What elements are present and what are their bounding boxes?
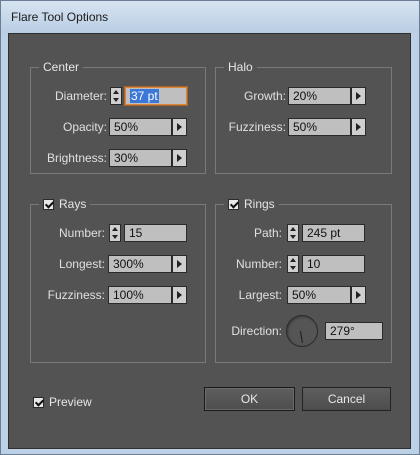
triangle-right-icon [177,154,182,162]
largest-label: Largest: [238,288,282,302]
rings-legend-label: Rings [244,197,275,211]
rays-number-value: 15 [129,226,143,240]
title-bar[interactable]: Flare Tool Options [1,1,419,33]
opacity-input[interactable]: 50% [109,118,172,136]
longest-label: Longest: [58,257,105,271]
brightness-label: Brightness: [46,151,107,165]
diameter-value: 37 pt [130,89,159,103]
path-label: Path: [253,226,282,240]
halo-group: Halo Growth: 20% Fuzziness: 50% [215,59,392,174]
brightness-input[interactable]: 30% [109,149,172,167]
longest-input[interactable]: 300% [108,255,172,273]
center-group: Center Diameter: 37 pt Opacity: 50% Brig… [30,59,206,174]
rings-number-spinner[interactable] [287,255,299,273]
rays-checkbox[interactable] [43,198,54,210]
largest-input[interactable]: 50% [287,286,351,304]
rays-fuzziness-popup-button[interactable] [172,286,187,304]
triangle-right-icon [356,291,361,299]
spin-up-icon[interactable] [112,227,118,231]
rays-legend-label: Rays [59,197,87,211]
growth-value: 20% [293,89,318,103]
triangle-right-icon [177,260,182,268]
cancel-button-label: Cancel [327,392,366,406]
growth-popup-button[interactable] [351,87,366,105]
window-title: Flare Tool Options [11,10,109,24]
dialog-body: Center Diameter: 37 pt Opacity: 50% Brig… [8,33,411,449]
rays-legend[interactable]: Rays [39,196,91,212]
halo-fuzziness-label: Fuzziness: [228,120,286,134]
spin-up-icon[interactable] [113,90,119,94]
rays-number-spinner[interactable] [109,224,121,242]
brightness-popup-button[interactable] [172,149,187,167]
triangle-right-icon [177,291,182,299]
center-legend: Center [39,59,84,75]
rays-number-input[interactable]: 15 [124,224,187,242]
preview-checkbox[interactable] [33,396,44,408]
dial-indicator [300,331,303,344]
preview-toggle[interactable]: Preview [33,395,92,409]
opacity-value: 50% [114,120,139,134]
dialog-window: Flare Tool Options Center Diameter: 37 p… [0,0,420,455]
direction-value: 279° [330,324,355,338]
halo-legend: Halo [224,59,257,75]
preview-label: Preview [49,395,92,409]
path-input[interactable]: 245 pt [302,224,365,242]
rings-number-label: Number: [235,257,282,271]
direction-label: Direction: [231,324,282,338]
rings-number-value: 10 [307,257,321,271]
rays-group: Rays Number: 15 Longest: 300% Fuzziness:… [30,196,206,363]
rays-fuzziness-value: 100% [113,288,144,302]
spin-down-icon[interactable] [290,235,296,239]
largest-value: 50% [292,288,317,302]
rays-number-label: Number: [58,226,105,240]
cancel-button[interactable]: Cancel [302,387,391,411]
largest-popup-button[interactable] [351,286,366,304]
opacity-popup-button[interactable] [172,118,187,136]
diameter-label: Diameter: [54,89,107,103]
path-value: 245 pt [307,226,341,240]
brightness-value: 30% [114,151,139,165]
angle-dial-icon[interactable] [286,315,318,347]
ok-button[interactable]: OK [204,387,295,411]
rings-legend[interactable]: Rings [224,196,279,212]
ok-button-label: OK [240,392,259,406]
spin-down-icon[interactable] [290,266,296,270]
triangle-right-icon [356,123,361,131]
rings-number-input[interactable]: 10 [302,255,365,273]
growth-input[interactable]: 20% [288,87,351,105]
opacity-label: Opacity: [62,120,107,134]
diameter-input[interactable]: 37 pt [125,87,187,105]
spin-down-icon[interactable] [112,235,118,239]
path-spinner[interactable] [287,224,299,242]
rays-fuzziness-input[interactable]: 100% [108,286,172,304]
triangle-right-icon [177,123,182,131]
rings-group: Rings Path: 245 pt Number: 10 Largest: 5… [215,196,392,363]
diameter-spinner[interactable] [110,87,122,105]
longest-popup-button[interactable] [172,255,187,273]
spin-up-icon[interactable] [290,258,296,262]
halo-fuzziness-input[interactable]: 50% [288,118,351,136]
triangle-right-icon [356,92,361,100]
halo-fuzziness-popup-button[interactable] [351,118,366,136]
longest-value: 300% [113,257,144,271]
rings-checkbox[interactable] [228,198,239,210]
direction-input[interactable]: 279° [325,322,383,340]
rays-fuzziness-label: Fuzziness: [47,288,105,302]
growth-label: Growth: [243,89,286,103]
spin-down-icon[interactable] [113,98,119,102]
halo-fuzziness-value: 50% [293,120,318,134]
spin-up-icon[interactable] [290,227,296,231]
